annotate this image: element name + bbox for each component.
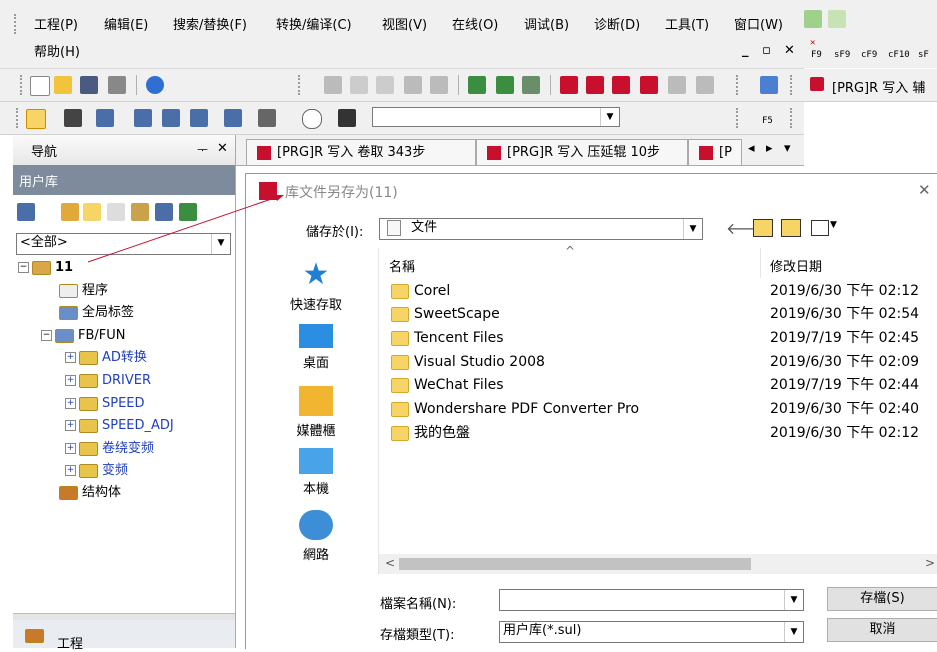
- arrow-head: [274, 195, 284, 201]
- annotation-arrow: [87, 195, 284, 263]
- arrow-line: [87, 195, 281, 263]
